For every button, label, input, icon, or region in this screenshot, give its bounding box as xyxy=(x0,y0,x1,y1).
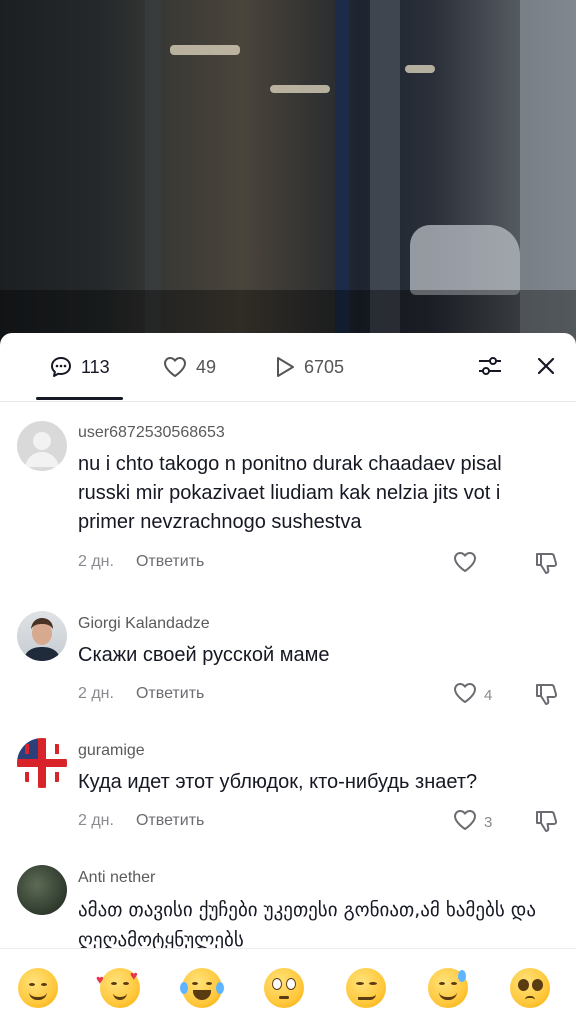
comment-text: Скажи своей русской маме xyxy=(78,644,330,666)
comment-username[interactable]: Anti nether xyxy=(78,869,155,887)
tears-of-joy-emoji-icon[interactable] xyxy=(180,968,224,1008)
avatar[interactable] xyxy=(17,421,67,471)
avatar[interactable] xyxy=(17,865,67,915)
avatar[interactable] xyxy=(17,738,67,788)
comment-like-button[interactable]: 3 xyxy=(452,808,492,836)
ceiling-light xyxy=(405,65,435,73)
comment-username[interactable]: guramige xyxy=(78,742,145,760)
comment-bubble-icon xyxy=(49,355,73,379)
reply-button[interactable]: Ответить xyxy=(136,812,204,830)
video-background xyxy=(0,0,576,345)
comment-dislike-button[interactable] xyxy=(533,808,559,839)
tab-likes[interactable]: 49 xyxy=(162,355,216,379)
sliders-icon xyxy=(477,355,503,382)
comments-tab-bar: 113 49 6705 xyxy=(0,333,576,402)
pleading-emoji-icon[interactable] xyxy=(510,968,550,1008)
comment-time: 2 дн. xyxy=(78,553,114,570)
tab-comments[interactable]: 113 xyxy=(49,355,110,379)
likes-count: 49 xyxy=(196,356,217,377)
tab-views[interactable]: 6705 xyxy=(274,355,344,379)
comments-count: 113 xyxy=(81,356,110,377)
smirking-emoji-icon[interactable] xyxy=(346,968,386,1008)
close-icon xyxy=(536,356,556,381)
reply-button[interactable]: Ответить xyxy=(136,685,204,703)
heart-icon xyxy=(452,808,478,836)
filter-button[interactable] xyxy=(477,356,503,380)
sweat-smile-emoji-icon[interactable] xyxy=(428,968,468,1008)
comment-username[interactable]: user6872530568653 xyxy=(78,424,225,442)
thumbs-down-icon xyxy=(533,553,559,580)
comment-like-count: 4 xyxy=(484,686,493,704)
views-count: 6705 xyxy=(304,356,345,377)
heart-icon xyxy=(452,550,478,578)
comment-text: ამათ თავისი ქუჩები უკეთესი გონიათ,ამ ხამ… xyxy=(78,899,536,951)
thumbs-down-icon xyxy=(533,684,559,711)
avatar[interactable] xyxy=(17,611,67,661)
comments-sheet: 113 49 6705 user6872530568653 nu i chto … xyxy=(0,333,576,1023)
comment-meta: 2 дн. Ответить xyxy=(78,553,204,571)
smiling-hearts-emoji-icon[interactable]: ♥ ♥ xyxy=(96,968,140,1008)
ceiling-light xyxy=(170,45,240,55)
comment-like-button[interactable] xyxy=(452,550,484,578)
comment-list: user6872530568653 nu i chto takogo n pon… xyxy=(0,403,576,951)
comment-time: 2 дн. xyxy=(78,812,114,829)
heart-icon xyxy=(452,681,478,709)
comment-dislike-button[interactable] xyxy=(533,550,559,581)
thumbs-down-icon xyxy=(533,811,559,838)
ceiling-light xyxy=(270,85,330,93)
car-reflection xyxy=(410,225,520,295)
close-button[interactable] xyxy=(534,356,558,380)
reply-button[interactable]: Ответить xyxy=(136,553,204,571)
comment-text: Куда идет этот ублюдок, кто-нибудь знает… xyxy=(78,771,478,793)
comment-time: 2 дн. xyxy=(78,685,114,702)
comment-like-button[interactable]: 4 xyxy=(452,681,492,709)
active-tab-indicator xyxy=(36,397,123,400)
comment-dislike-button[interactable] xyxy=(533,681,559,712)
heart-icon xyxy=(162,355,188,379)
comment-like-count: 3 xyxy=(484,813,493,831)
flushed-emoji-icon[interactable] xyxy=(264,968,304,1008)
comment-username[interactable]: Giorgi Kalandadze xyxy=(78,615,210,633)
grinning-emoji-icon[interactable] xyxy=(18,968,58,1008)
comment-meta: 2 дн. Ответить xyxy=(78,812,204,830)
emoji-quick-bar: ♥ ♥ xyxy=(0,948,576,1023)
comment-meta: 2 дн. Ответить xyxy=(78,685,204,703)
play-icon xyxy=(274,355,296,379)
comment-text: nu i chto takogo n ponitno durak chaadae… xyxy=(78,453,502,533)
